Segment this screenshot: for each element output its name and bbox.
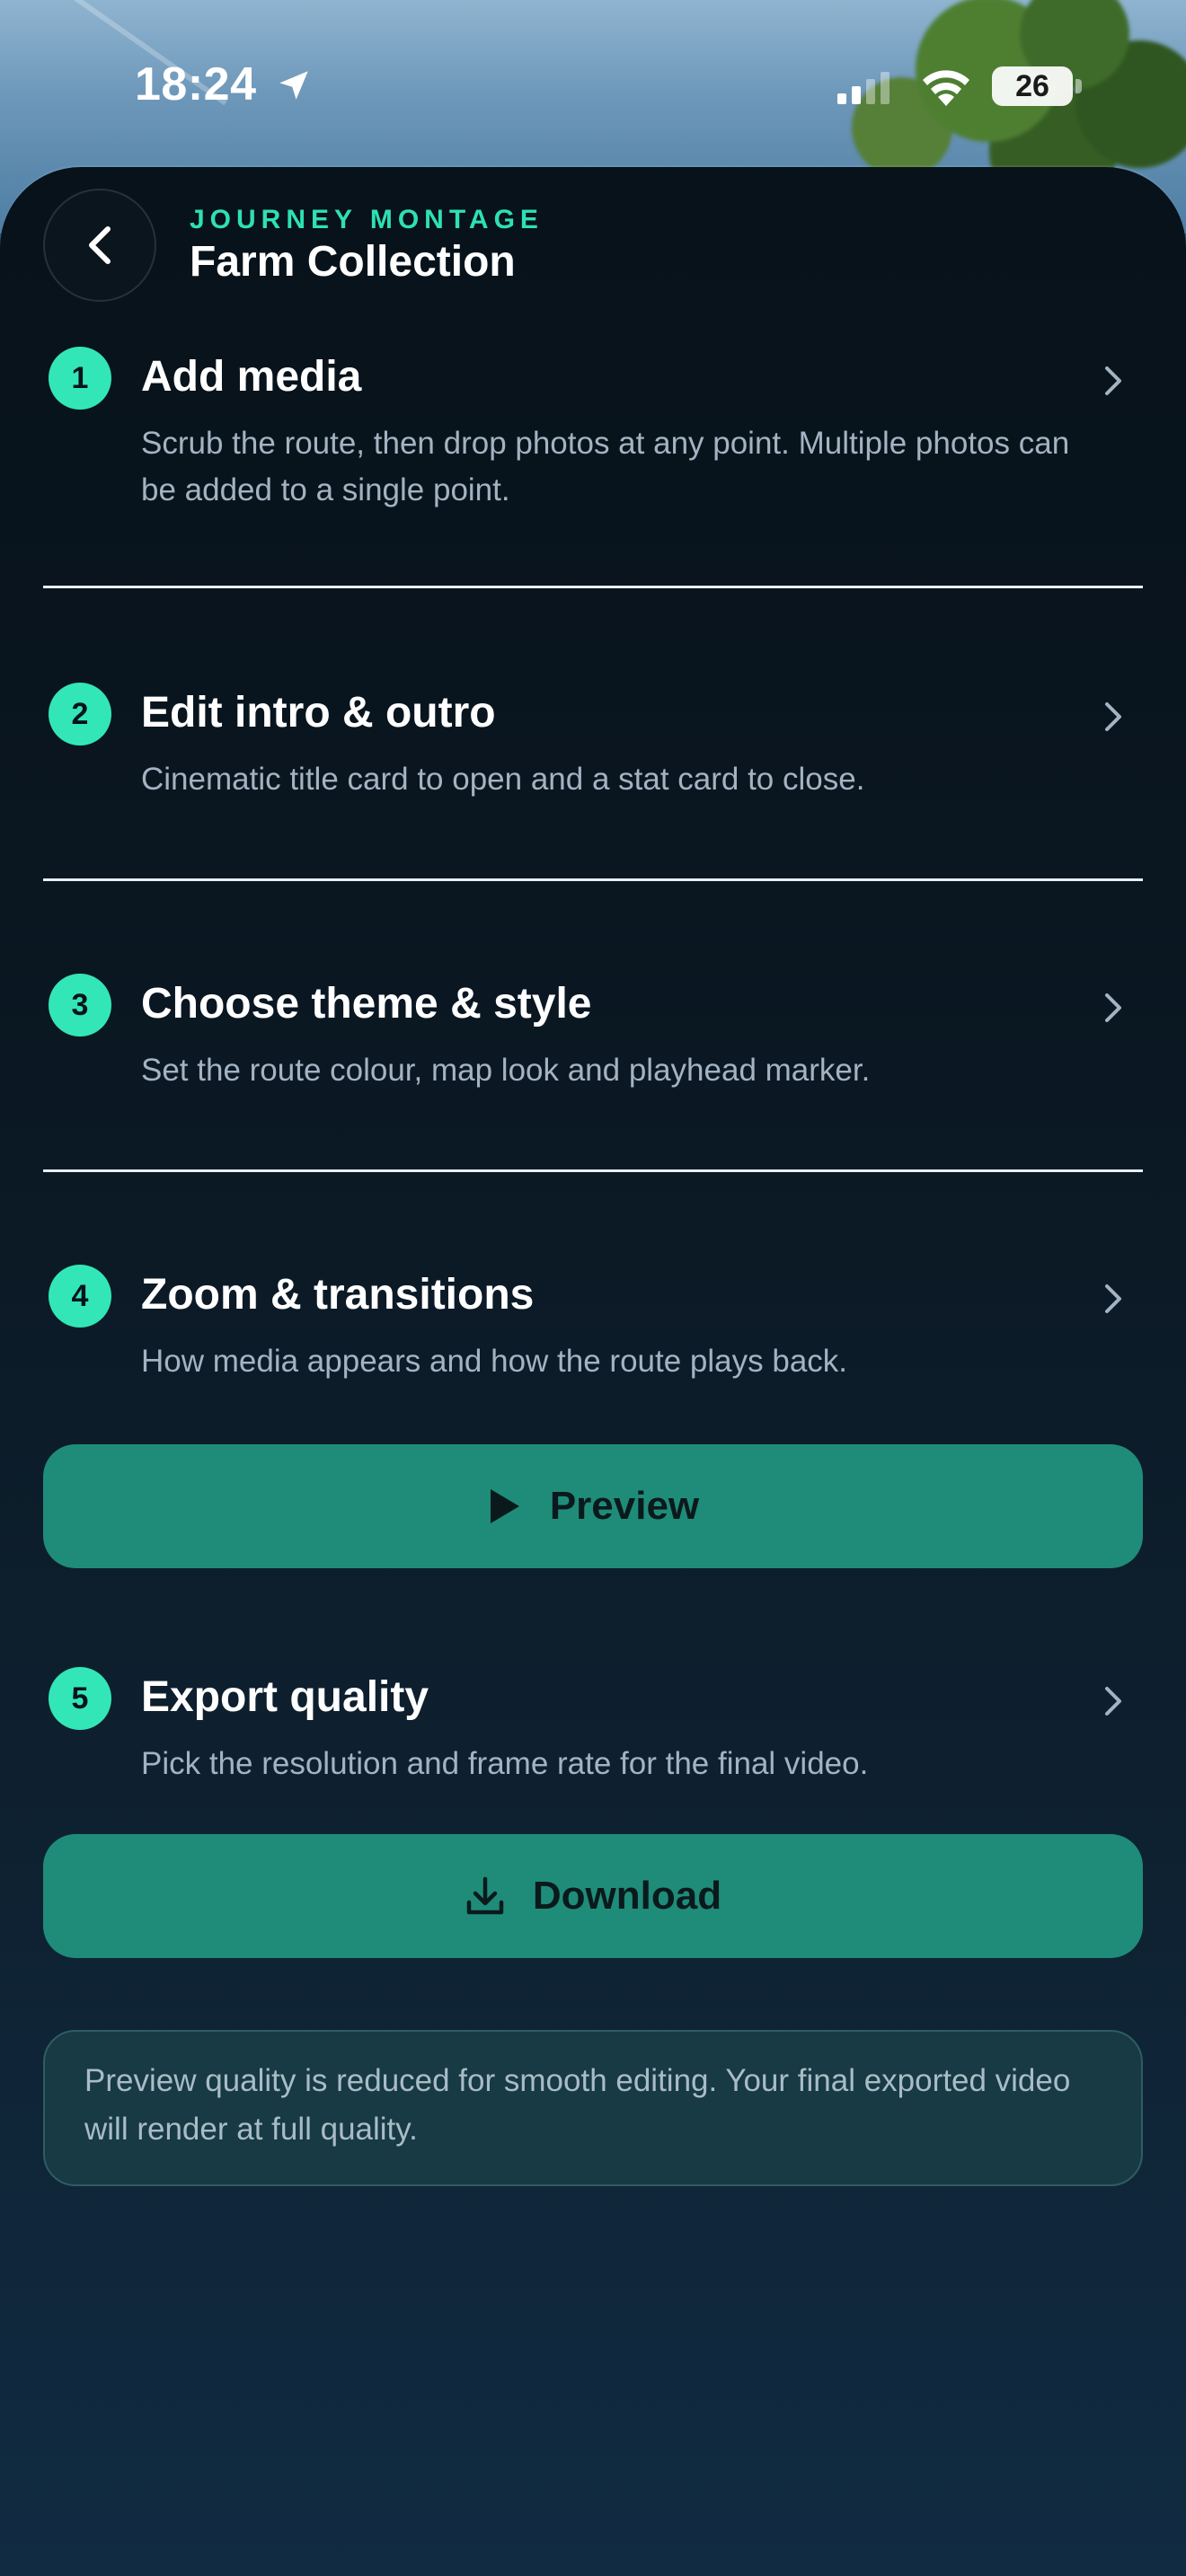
header-eyebrow: JOURNEY MONTAGE [190,205,544,234]
step-zoom-transitions[interactable]: 4 Zoom & transitions How media appears a… [43,1265,1143,1381]
chevron-right-icon [1105,366,1121,395]
step-title: Export quality [141,1673,429,1721]
preview-button-label: Preview [549,1484,700,1528]
step-number-badge: 2 [49,683,111,745]
chevron-right-icon [1105,993,1121,1022]
step-description: Scrub the route, then drop photos at any… [141,426,1070,507]
status-bar: 18:24 26 [0,0,1186,171]
step-title: Zoom & transitions [141,1271,535,1319]
location-arrow-icon [279,71,308,100]
step-number-badge: 4 [49,1265,111,1328]
step-export-quality[interactable]: 5 Export quality Pick the resolution and… [43,1667,1143,1784]
step-number-badge: 1 [49,347,111,410]
step-title: Choose theme & style [141,980,592,1028]
status-time: 18:24 [135,58,257,110]
preview-quality-note: Preview quality is reduced for smooth ed… [43,2030,1143,2186]
step-add-media[interactable]: 1 Add media Scrub the route, then drop p… [43,347,1143,507]
step-edit-intro-outro[interactable]: 2 Edit intro & outro Cinematic title car… [43,683,1143,799]
step-description: How media appears and how the route play… [141,1344,848,1379]
chevron-right-icon [1105,1687,1121,1716]
back-button[interactable] [43,189,156,302]
battery-indicator: 26 [992,66,1073,106]
chevron-right-icon [1105,1284,1121,1313]
step-description: Pick the resolution and frame rate for t… [141,1746,869,1781]
step-title: Add media [141,353,362,401]
download-icon [466,1876,504,1915]
step-description: Cinematic title card to open and a stat … [141,762,865,797]
page-title: Farm Collection [190,238,516,286]
step-choose-theme-style[interactable]: 3 Choose theme & style Set the route col… [43,974,1143,1090]
step-title: Edit intro & outro [141,689,496,737]
divider [43,586,1143,588]
play-icon [490,1489,519,1523]
download-button-label: Download [532,1874,722,1918]
cellular-signal-icon [837,72,890,104]
divider [43,878,1143,881]
montage-sheet: JOURNEY MONTAGE Farm Collection 1 Add me… [0,167,1186,2576]
wifi-icon [923,70,969,106]
divider [43,1169,1143,1172]
step-number-badge: 5 [49,1667,111,1730]
chevron-right-icon [1105,702,1121,731]
chevron-left-icon [89,226,111,264]
step-description: Set the route colour, map look and playh… [141,1053,871,1088]
step-number-badge: 3 [49,974,111,1037]
download-button[interactable]: Download [43,1834,1143,1958]
preview-button[interactable]: Preview [43,1444,1143,1568]
battery-nub [1075,79,1082,93]
